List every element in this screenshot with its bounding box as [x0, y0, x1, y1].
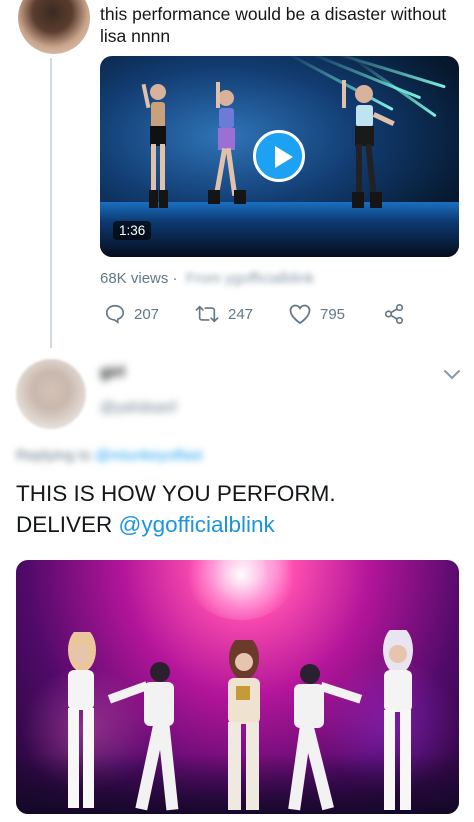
- avatar[interactable]: [16, 359, 86, 429]
- replying-to-blurred: Replying to @miunkeyolfast: [16, 447, 203, 464]
- handle-blurred[interactable]: @yahdsanf: [100, 399, 176, 416]
- display-name-blurred[interactable]: girl: [100, 364, 125, 382]
- reply-count: 207: [134, 305, 160, 323]
- performer-figure: [228, 640, 260, 810]
- performer-figure: [383, 630, 413, 810]
- avatar[interactable]: [18, 0, 90, 54]
- performer-figure: [107, 662, 179, 811]
- retweet-count: 247: [228, 305, 254, 323]
- like-button[interactable]: 795: [288, 303, 345, 325]
- view-count: 68K views ·: [100, 270, 178, 287]
- share-button[interactable]: [382, 303, 406, 325]
- chevron-down-icon[interactable]: [443, 368, 461, 382]
- dancer-figure: [141, 83, 168, 208]
- share-icon: [384, 304, 404, 324]
- like-count: 795: [320, 305, 346, 323]
- thread-connector-line: [50, 58, 52, 348]
- retweet-button[interactable]: 247: [194, 303, 253, 325]
- heart-icon: [289, 304, 311, 325]
- reply-button[interactable]: 207: [104, 303, 159, 325]
- video-player[interactable]: 1:36: [100, 56, 459, 257]
- tweet-text: this performance would be a disaster wit…: [100, 4, 447, 46]
- video-duration-badge: 1:36: [113, 221, 152, 240]
- dancer-figure: [208, 82, 246, 204]
- views-source-blurred: From ygofficialblink: [186, 270, 315, 287]
- mention-link[interactable]: @ygofficialblink: [119, 512, 275, 537]
- performer-figure: [288, 664, 363, 811]
- tweet-text: THIS IS HOW YOU PERFORM. DELIVER @ygoffi…: [16, 481, 336, 537]
- retweet-icon: [195, 305, 219, 323]
- stage-spotlight: [186, 560, 296, 620]
- play-icon[interactable]: [253, 130, 305, 182]
- dancer-figure: [342, 80, 395, 208]
- reply-icon: [105, 304, 125, 324]
- video-player[interactable]: [16, 560, 459, 814]
